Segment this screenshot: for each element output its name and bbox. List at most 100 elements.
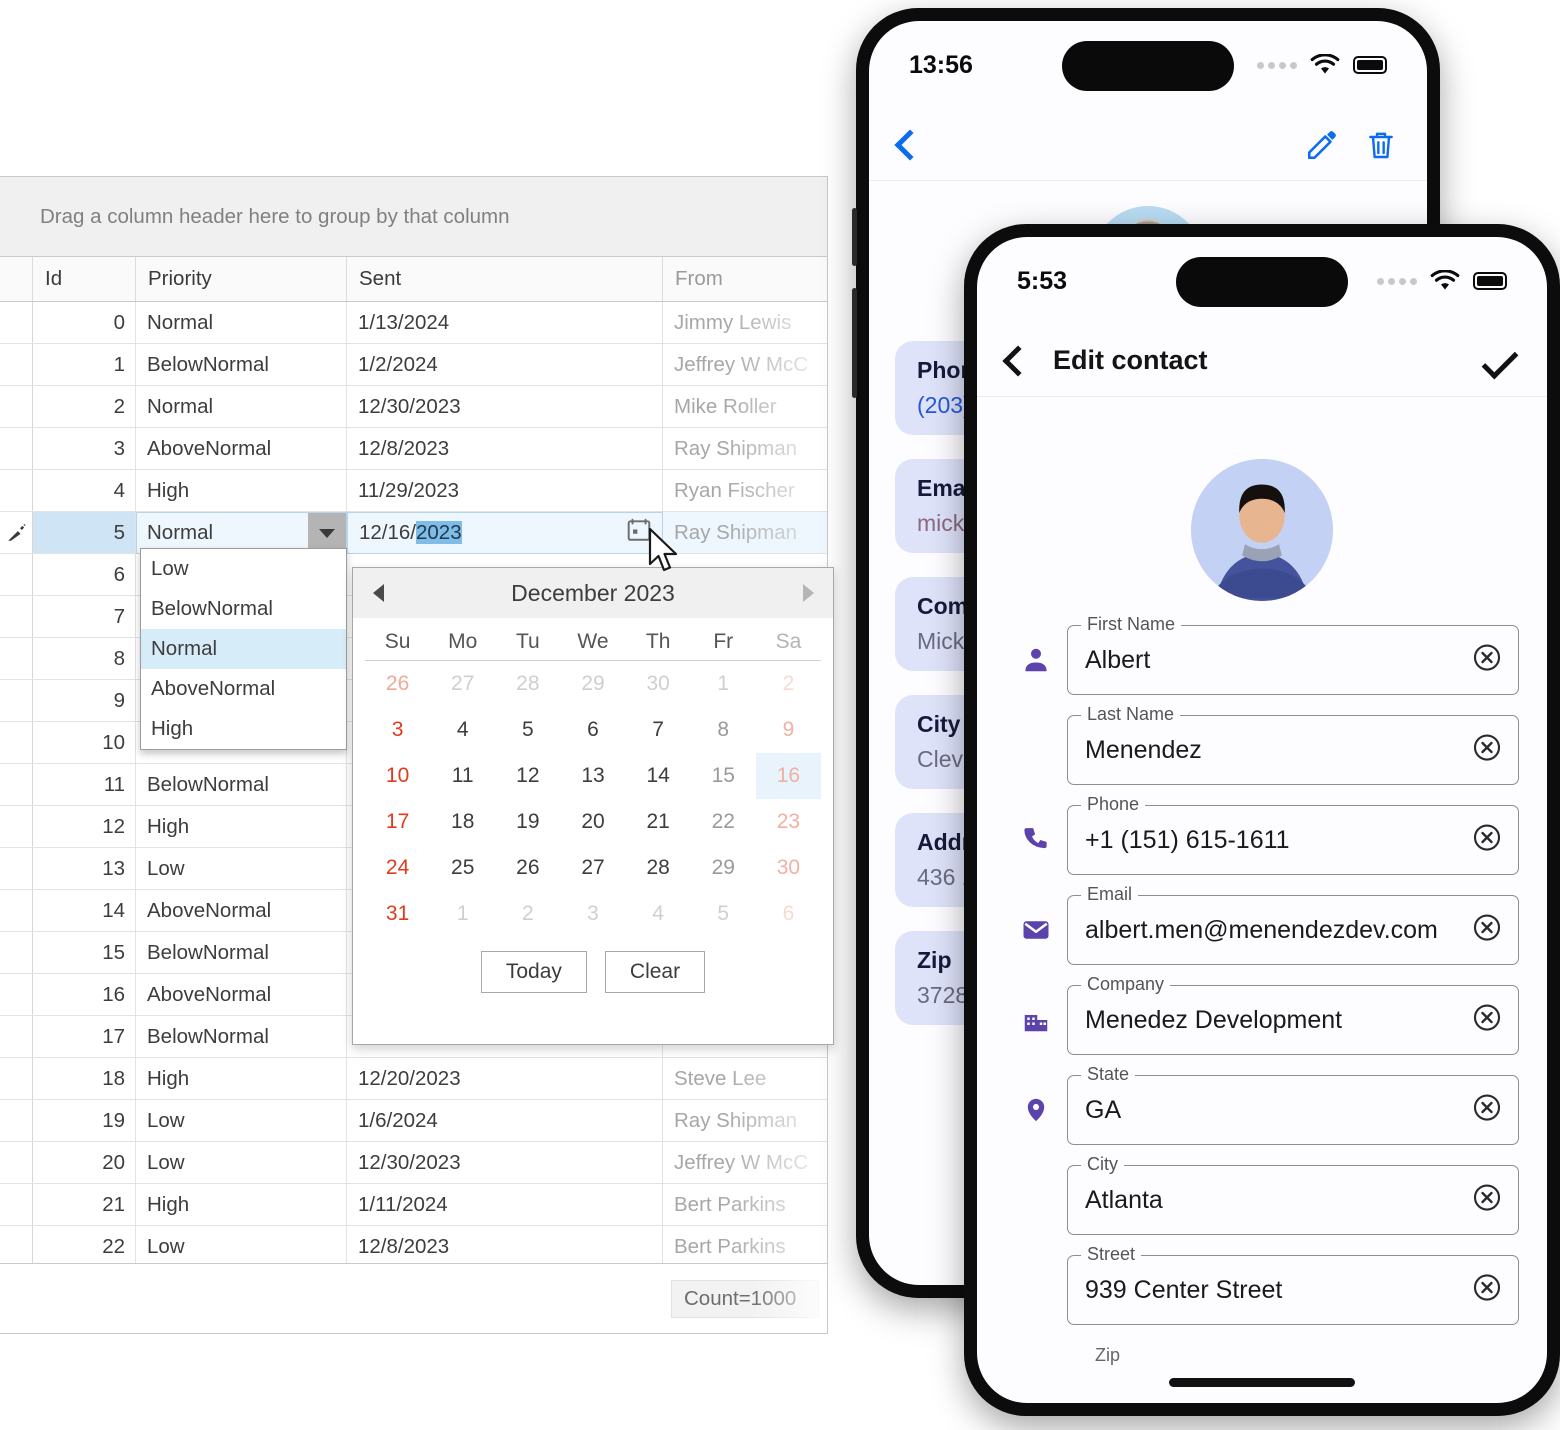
calendar-day-cell[interactable]: 19 bbox=[495, 799, 560, 845]
calendar-day-cell[interactable]: 27 bbox=[430, 661, 495, 707]
input-email[interactable]: Email albert.men@menendezdev.com bbox=[1067, 884, 1519, 965]
calendar-day-cell[interactable]: 29 bbox=[691, 845, 756, 891]
calendar-day-cell[interactable]: 10 bbox=[365, 753, 430, 799]
confirm-check-icon[interactable] bbox=[1481, 342, 1519, 379]
clear-field-icon[interactable] bbox=[1472, 1093, 1502, 1128]
cell-sent[interactable]: 12/30/2023 bbox=[347, 386, 663, 427]
calendar-day-cell[interactable]: 25 bbox=[430, 845, 495, 891]
dropdown-item[interactable]: High bbox=[141, 709, 346, 749]
table-row[interactable]: 2 Normal 12/30/2023 Mike Roller bbox=[0, 386, 827, 428]
cell-id[interactable]: 4 bbox=[33, 470, 136, 511]
calendar-day-cell[interactable]: 6 bbox=[560, 707, 625, 753]
calendar-day-cell[interactable]: 1 bbox=[691, 661, 756, 707]
cell-from[interactable]: Ray Shipman bbox=[663, 428, 826, 469]
cell-id[interactable]: 19 bbox=[33, 1100, 136, 1141]
calendar-day-cell[interactable]: 5 bbox=[495, 707, 560, 753]
column-header-id[interactable]: Id bbox=[33, 257, 136, 301]
calendar-day-cell[interactable]: 1 bbox=[430, 891, 495, 937]
calendar-day-cell[interactable]: 21 bbox=[626, 799, 691, 845]
cell-priority[interactable]: High bbox=[136, 806, 347, 847]
cell-id[interactable]: 18 bbox=[33, 1058, 136, 1099]
calendar-day-cell[interactable]: 8 bbox=[691, 707, 756, 753]
calendar-day-cell[interactable]: 16 bbox=[755, 753, 821, 799]
cell-priority[interactable]: AboveNormal bbox=[136, 428, 347, 469]
input-first-name[interactable]: First Name Albert bbox=[1067, 614, 1519, 695]
cell-priority[interactable]: BelowNormal bbox=[136, 344, 347, 385]
group-by-panel[interactable]: Drag a column header here to group by th… bbox=[0, 177, 827, 257]
priority-dropdown-list[interactable]: Low BelowNormal Normal AboveNormal High bbox=[140, 548, 347, 750]
cell-id[interactable]: 9 bbox=[33, 680, 136, 721]
cell-sent[interactable]: 11/29/2023 bbox=[347, 470, 663, 511]
cell-from[interactable]: Jeffrey W McC bbox=[663, 1142, 826, 1183]
calendar-day-cell[interactable]: 2 bbox=[756, 661, 821, 707]
cell-id[interactable]: 16 bbox=[33, 974, 136, 1015]
table-row[interactable]: 20 Low 12/30/2023 Jeffrey W McC bbox=[0, 1142, 827, 1184]
cell-id[interactable]: 21 bbox=[33, 1184, 136, 1225]
column-header-sent[interactable]: Sent bbox=[347, 257, 663, 301]
avatar-front[interactable] bbox=[1191, 459, 1333, 601]
clear-field-icon[interactable] bbox=[1472, 913, 1502, 948]
cell-sent[interactable]: 1/11/2024 bbox=[347, 1184, 663, 1225]
phone-side-button-volume-down[interactable] bbox=[852, 288, 857, 398]
calendar-day-cell[interactable]: 3 bbox=[365, 707, 430, 753]
cell-priority[interactable]: Normal bbox=[136, 302, 347, 343]
cell-from[interactable]: Ray Shipman bbox=[663, 512, 826, 553]
cell-id[interactable]: 6 bbox=[33, 554, 136, 595]
clear-field-icon[interactable] bbox=[1472, 1273, 1502, 1308]
calendar-day-cell[interactable]: 2 bbox=[495, 891, 560, 937]
cell-id[interactable]: 17 bbox=[33, 1016, 136, 1057]
dropdown-item[interactable]: BelowNormal bbox=[141, 589, 346, 629]
cell-id[interactable]: 5 bbox=[33, 512, 136, 553]
clear-field-icon[interactable] bbox=[1472, 823, 1502, 858]
calendar-day-cell[interactable]: 30 bbox=[626, 661, 691, 707]
cell-sent[interactable]: 12/30/2023 bbox=[347, 1142, 663, 1183]
calendar-day-cell[interactable]: 13 bbox=[560, 753, 625, 799]
cell-id[interactable]: 7 bbox=[33, 596, 136, 637]
cell-id[interactable]: 3 bbox=[33, 428, 136, 469]
calendar-day-cell[interactable]: 23 bbox=[756, 799, 821, 845]
input-street[interactable]: Street 939 Center Street bbox=[1067, 1244, 1519, 1325]
phone-side-button-volume-up[interactable] bbox=[852, 208, 857, 266]
cell-priority[interactable]: Low bbox=[136, 1100, 347, 1141]
cell-sent[interactable]: 1/2/2024 bbox=[347, 344, 663, 385]
calendar-day-cell[interactable]: 7 bbox=[626, 707, 691, 753]
cell-id[interactable]: 1 bbox=[33, 344, 136, 385]
calendar-day-cell[interactable]: 27 bbox=[560, 845, 625, 891]
table-row[interactable]: 21 High 1/11/2024 Bert Parkins bbox=[0, 1184, 827, 1226]
cell-from[interactable]: Bert Parkins bbox=[663, 1226, 826, 1267]
cell-sent[interactable]: 12/8/2023 bbox=[347, 1226, 663, 1267]
calendar-day-cell[interactable]: 20 bbox=[560, 799, 625, 845]
cell-sent[interactable]: 12/20/2023 bbox=[347, 1058, 663, 1099]
cell-from[interactable]: Mike Roller bbox=[663, 386, 826, 427]
table-row[interactable]: 0 Normal 1/13/2024 Jimmy Lewis bbox=[0, 302, 827, 344]
combobox-dropdown-button[interactable] bbox=[308, 513, 346, 553]
table-row[interactable]: 4 High 11/29/2023 Ryan Fischer bbox=[0, 470, 827, 512]
cell-id[interactable]: 11 bbox=[33, 764, 136, 805]
cell-priority[interactable]: High bbox=[136, 1184, 347, 1225]
cell-priority[interactable]: BelowNormal bbox=[136, 764, 347, 805]
calendar-day-cell[interactable]: 9 bbox=[756, 707, 821, 753]
cell-id[interactable]: 2 bbox=[33, 386, 136, 427]
cell-sent[interactable]: 1/6/2024 bbox=[347, 1100, 663, 1141]
dropdown-item[interactable]: Low bbox=[141, 549, 346, 589]
next-month-button[interactable] bbox=[797, 582, 819, 604]
calendar-day-cell[interactable]: 28 bbox=[626, 845, 691, 891]
cell-id[interactable]: 22 bbox=[33, 1226, 136, 1267]
input-phone[interactable]: Phone +1 (151) 615-1611 bbox=[1067, 794, 1519, 875]
cell-id[interactable]: 0 bbox=[33, 302, 136, 343]
calendar-day-cell[interactable]: 24 bbox=[365, 845, 430, 891]
calendar-day-cell[interactable]: 15 bbox=[691, 753, 756, 799]
calendar-day-cell[interactable]: 22 bbox=[691, 799, 756, 845]
calendar-month-title[interactable]: December 2023 bbox=[389, 580, 797, 607]
cell-priority[interactable]: Low bbox=[136, 1142, 347, 1183]
cell-id[interactable]: 14 bbox=[33, 890, 136, 931]
cell-priority[interactable]: High bbox=[136, 470, 347, 511]
calendar-day-cell[interactable]: 26 bbox=[365, 661, 430, 707]
calendar-day-cell[interactable]: 28 bbox=[495, 661, 560, 707]
table-row[interactable]: 1 BelowNormal 1/2/2024 Jeffrey W McC bbox=[0, 344, 827, 386]
delete-trash-icon[interactable] bbox=[1365, 128, 1397, 162]
input-last-name[interactable]: Last Name Menendez bbox=[1067, 704, 1519, 785]
cell-id[interactable]: 20 bbox=[33, 1142, 136, 1183]
cell-priority[interactable]: BelowNormal bbox=[136, 1016, 347, 1057]
clear-field-icon[interactable] bbox=[1472, 1003, 1502, 1038]
